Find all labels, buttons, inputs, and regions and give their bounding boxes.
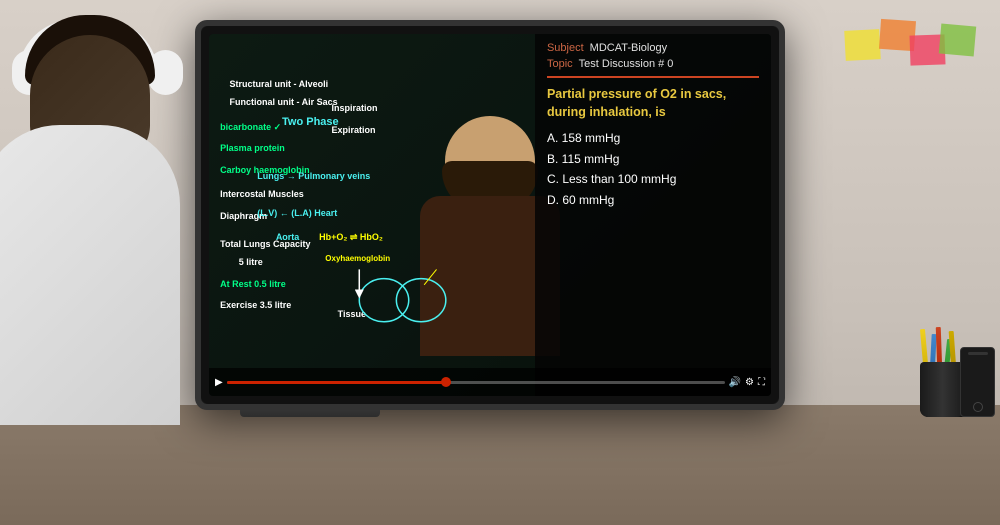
subject-row: Subject MDCAT-Biology [547,42,759,54]
progress-dot[interactable] [441,377,451,387]
student [0,0,220,525]
option-a: A. 158 mmHg [547,131,759,147]
progress-fill [227,381,451,384]
scene: Structural unit - Alveoli Functional uni… [0,0,1000,525]
option-b-text: 115 mmHg [562,152,620,166]
option-c: C. Less than 100 mmHg [547,172,759,188]
option-c-text: Less than 100 mmHg [562,172,676,186]
option-d-text: 60 mmHg [562,193,614,207]
diagram-svg [214,54,523,362]
fullscreen-icon[interactable]: ⛶ [758,377,765,388]
option-b-letter: B. [547,152,558,166]
volume-icon[interactable]: 🔊 [729,377,741,388]
option-c-letter: C. [547,172,559,186]
topic-row: Topic Test Discussion # 0 [547,58,759,70]
option-d: D. 60 mmHg [547,193,759,209]
option-a-letter: A. [547,131,558,145]
video-screen: Structural unit - Alveoli Functional uni… [209,34,771,396]
question-text: Partial pressure of O2 in sacs, during i… [547,86,759,121]
subject-value: MDCAT-Biology [590,42,667,54]
settings-icon[interactable]: ⚙ [745,377,754,388]
phone [960,347,995,417]
subject-label: Subject [547,42,584,54]
options-list: A. 158 mmHg B. 115 mmHg C. Less than 100… [547,131,759,208]
chalk-notes-area: Structural unit - Alveoli Functional uni… [214,54,523,362]
cup-body [920,362,965,417]
video-controls[interactable]: ▶ 🔊 ⚙ ⛶ [209,368,771,396]
quiz-panel: Subject MDCAT-Biology Topic Test Discuss… [535,34,771,396]
progress-bar[interactable] [227,381,725,384]
topic-value: Test Discussion # 0 [579,58,674,70]
sticky-1 [844,29,881,61]
topic-label: Topic [547,58,573,70]
quiz-divider [547,76,759,78]
student-body [0,125,180,425]
option-b: B. 115 mmHg [547,152,759,168]
sticky-4 [939,24,976,57]
option-d-letter: D. [547,193,559,207]
option-a-text: 158 mmHg [562,131,621,145]
monitor: Structural unit - Alveoli Functional uni… [195,20,785,410]
monitor-bezel: Structural unit - Alveoli Functional uni… [201,26,779,404]
